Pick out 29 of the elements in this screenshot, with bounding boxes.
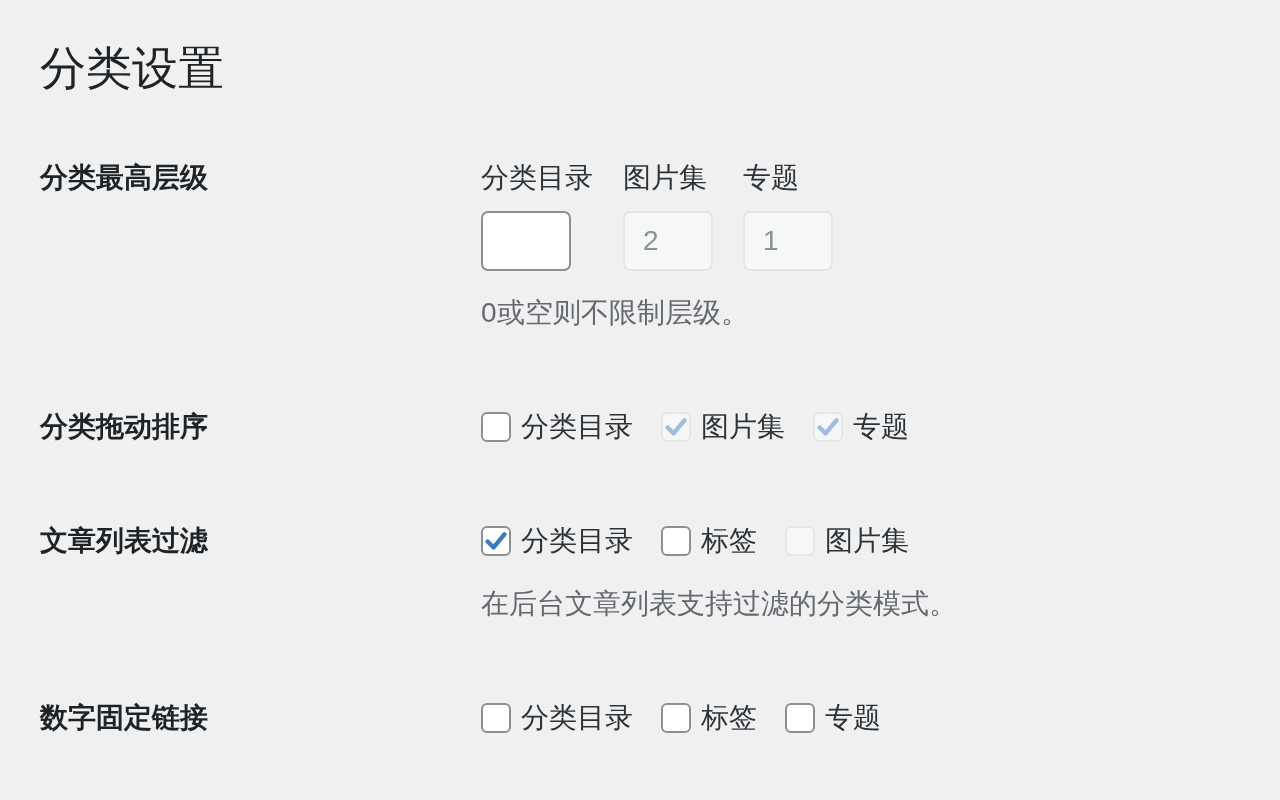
checkbox-label: 分类目录 <box>521 524 633 558</box>
check-icon <box>485 532 507 550</box>
description-text: 0或空则不限制层级。 <box>481 296 749 330</box>
checkbox-label: 标签 <box>701 701 757 735</box>
checkbox-label: 分类目录 <box>521 701 633 735</box>
page-title: 分类设置 <box>40 41 224 96</box>
setting-label: 分类拖动排序 <box>40 411 208 442</box>
checkbox[interactable] <box>785 703 815 733</box>
checkbox[interactable] <box>481 526 511 556</box>
checkbox-label: 标签 <box>701 524 757 558</box>
field-label: 图片集 <box>623 161 707 195</box>
checkbox-label: 图片集 <box>825 524 909 558</box>
field-label: 专题 <box>743 161 799 195</box>
checkbox[interactable] <box>481 412 511 442</box>
checkbox[interactable] <box>661 526 691 556</box>
field-label: 分类目录 <box>481 161 593 195</box>
setting-label: 数字固定链接 <box>40 702 208 733</box>
checkbox-label: 专题 <box>825 701 881 735</box>
check-icon <box>817 418 839 436</box>
checkbox[interactable] <box>661 703 691 733</box>
number-input[interactable] <box>481 211 571 271</box>
setting-label: 文章列表过滤 <box>40 525 208 556</box>
description-text: 在后台文章列表支持过滤的分类模式。 <box>481 587 957 621</box>
setting-label: 分类最高层级 <box>40 162 208 193</box>
checkbox-label: 分类目录 <box>521 410 633 444</box>
checkbox-label: 专题 <box>853 410 909 444</box>
check-icon <box>665 418 687 436</box>
checkbox[interactable] <box>481 703 511 733</box>
checkbox-label: 图片集 <box>701 410 785 444</box>
